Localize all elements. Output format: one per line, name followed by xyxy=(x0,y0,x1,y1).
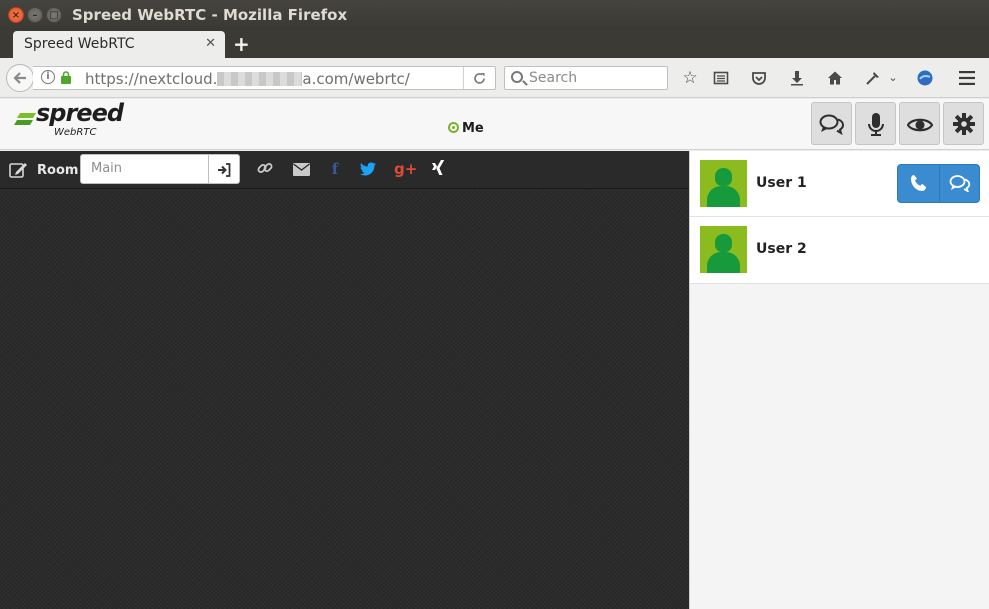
avatar xyxy=(700,160,747,207)
microphone-icon xyxy=(867,113,884,136)
call-button[interactable] xyxy=(898,165,939,202)
online-status-icon xyxy=(448,122,459,133)
chat-bubbles-icon xyxy=(949,175,971,193)
link-icon[interactable] xyxy=(256,160,274,178)
settings-button[interactable] xyxy=(943,102,984,145)
app-header: spreed WebRTC Me xyxy=(0,99,989,150)
chat-bubbles-icon xyxy=(819,114,844,136)
nav-bar: i https://nextcloud. a.com/webrtc/ Search… xyxy=(0,58,989,98)
video-stage xyxy=(0,189,689,609)
logo-subtitle: WebRTC xyxy=(54,127,97,138)
xing-icon[interactable] xyxy=(429,160,447,178)
logo-mark-icon xyxy=(14,113,36,125)
room-toolbar: Room Main f g+ xyxy=(0,151,689,189)
back-arrow-icon xyxy=(13,72,26,84)
search-placeholder: Search xyxy=(529,70,578,86)
developer-tools-icon[interactable] xyxy=(862,67,884,89)
extension-icon[interactable] xyxy=(914,67,936,89)
google-plus-icon[interactable]: g+ xyxy=(394,160,417,178)
buddy-item[interactable]: User 1 xyxy=(690,151,989,217)
room-name-input[interactable]: Main xyxy=(80,154,209,184)
window-close-button[interactable]: × xyxy=(8,7,24,23)
window-maximize-button[interactable]: □ xyxy=(46,7,62,23)
window-titlebar: × – □ Spreed WebRTC - Mozilla Firefox xyxy=(0,0,989,30)
email-icon[interactable] xyxy=(292,160,310,178)
pocket-icon[interactable] xyxy=(748,67,770,89)
chevron-down-icon[interactable]: ⌄ xyxy=(886,67,900,89)
room-label: Room xyxy=(37,163,79,178)
lock-icon xyxy=(61,71,71,84)
eye-icon xyxy=(906,118,933,132)
avatar xyxy=(700,226,747,273)
edit-icon[interactable] xyxy=(9,161,29,179)
sign-in-icon xyxy=(218,163,231,177)
back-button[interactable] xyxy=(6,64,34,92)
camera-toggle-button[interactable] xyxy=(899,102,940,145)
reload-button[interactable] xyxy=(463,67,495,89)
tab-spreed-webrtc[interactable]: Spreed WebRTC ✕ xyxy=(13,31,225,58)
chat-toggle-button[interactable] xyxy=(811,102,852,145)
search-icon xyxy=(511,71,523,83)
search-bar[interactable]: Search xyxy=(504,66,668,90)
chat-button[interactable] xyxy=(939,165,980,202)
buddy-list: User 1 User 2 xyxy=(689,151,989,609)
url-suffix: a.com/webrtc/ xyxy=(302,70,410,88)
reading-list-icon[interactable] xyxy=(710,67,732,89)
reload-icon xyxy=(474,73,485,84)
info-icon[interactable]: i xyxy=(41,70,55,84)
spreed-logo[interactable]: spreed WebRTC xyxy=(14,99,124,143)
buddy-name: User 2 xyxy=(756,241,807,257)
facebook-icon[interactable]: f xyxy=(326,160,344,178)
logo-word: spreed xyxy=(36,99,124,127)
redacted-domain xyxy=(217,72,303,86)
home-icon[interactable] xyxy=(824,67,846,89)
join-room-button[interactable] xyxy=(208,154,240,184)
hamburger-menu-icon[interactable] xyxy=(956,67,978,89)
phone-icon xyxy=(910,175,926,191)
window-minimize-button[interactable]: – xyxy=(27,7,43,23)
bookmark-star-icon[interactable]: ☆ xyxy=(679,67,701,89)
tab-close-icon[interactable]: ✕ xyxy=(205,36,216,51)
url-prefix: https://nextcloud. xyxy=(85,70,218,88)
gear-icon xyxy=(952,113,975,135)
self-name: Me xyxy=(462,121,484,136)
twitter-icon[interactable] xyxy=(359,160,377,178)
tab-strip: Spreed WebRTC ✕ + xyxy=(0,30,989,58)
download-icon[interactable] xyxy=(786,67,808,89)
url-bar[interactable]: i https://nextcloud. a.com/webrtc/ xyxy=(33,66,496,90)
self-status[interactable]: Me xyxy=(448,117,484,136)
tab-label: Spreed WebRTC xyxy=(24,36,135,52)
buddy-item[interactable]: User 2 xyxy=(690,217,989,284)
microphone-toggle-button[interactable] xyxy=(855,102,896,145)
buddy-actions xyxy=(897,164,980,203)
url-text: https://nextcloud. a.com/webrtc/ xyxy=(85,70,410,88)
buddy-name: User 1 xyxy=(756,175,807,191)
new-tab-button[interactable]: + xyxy=(233,32,250,56)
window-title: Spreed WebRTC - Mozilla Firefox xyxy=(72,6,348,24)
